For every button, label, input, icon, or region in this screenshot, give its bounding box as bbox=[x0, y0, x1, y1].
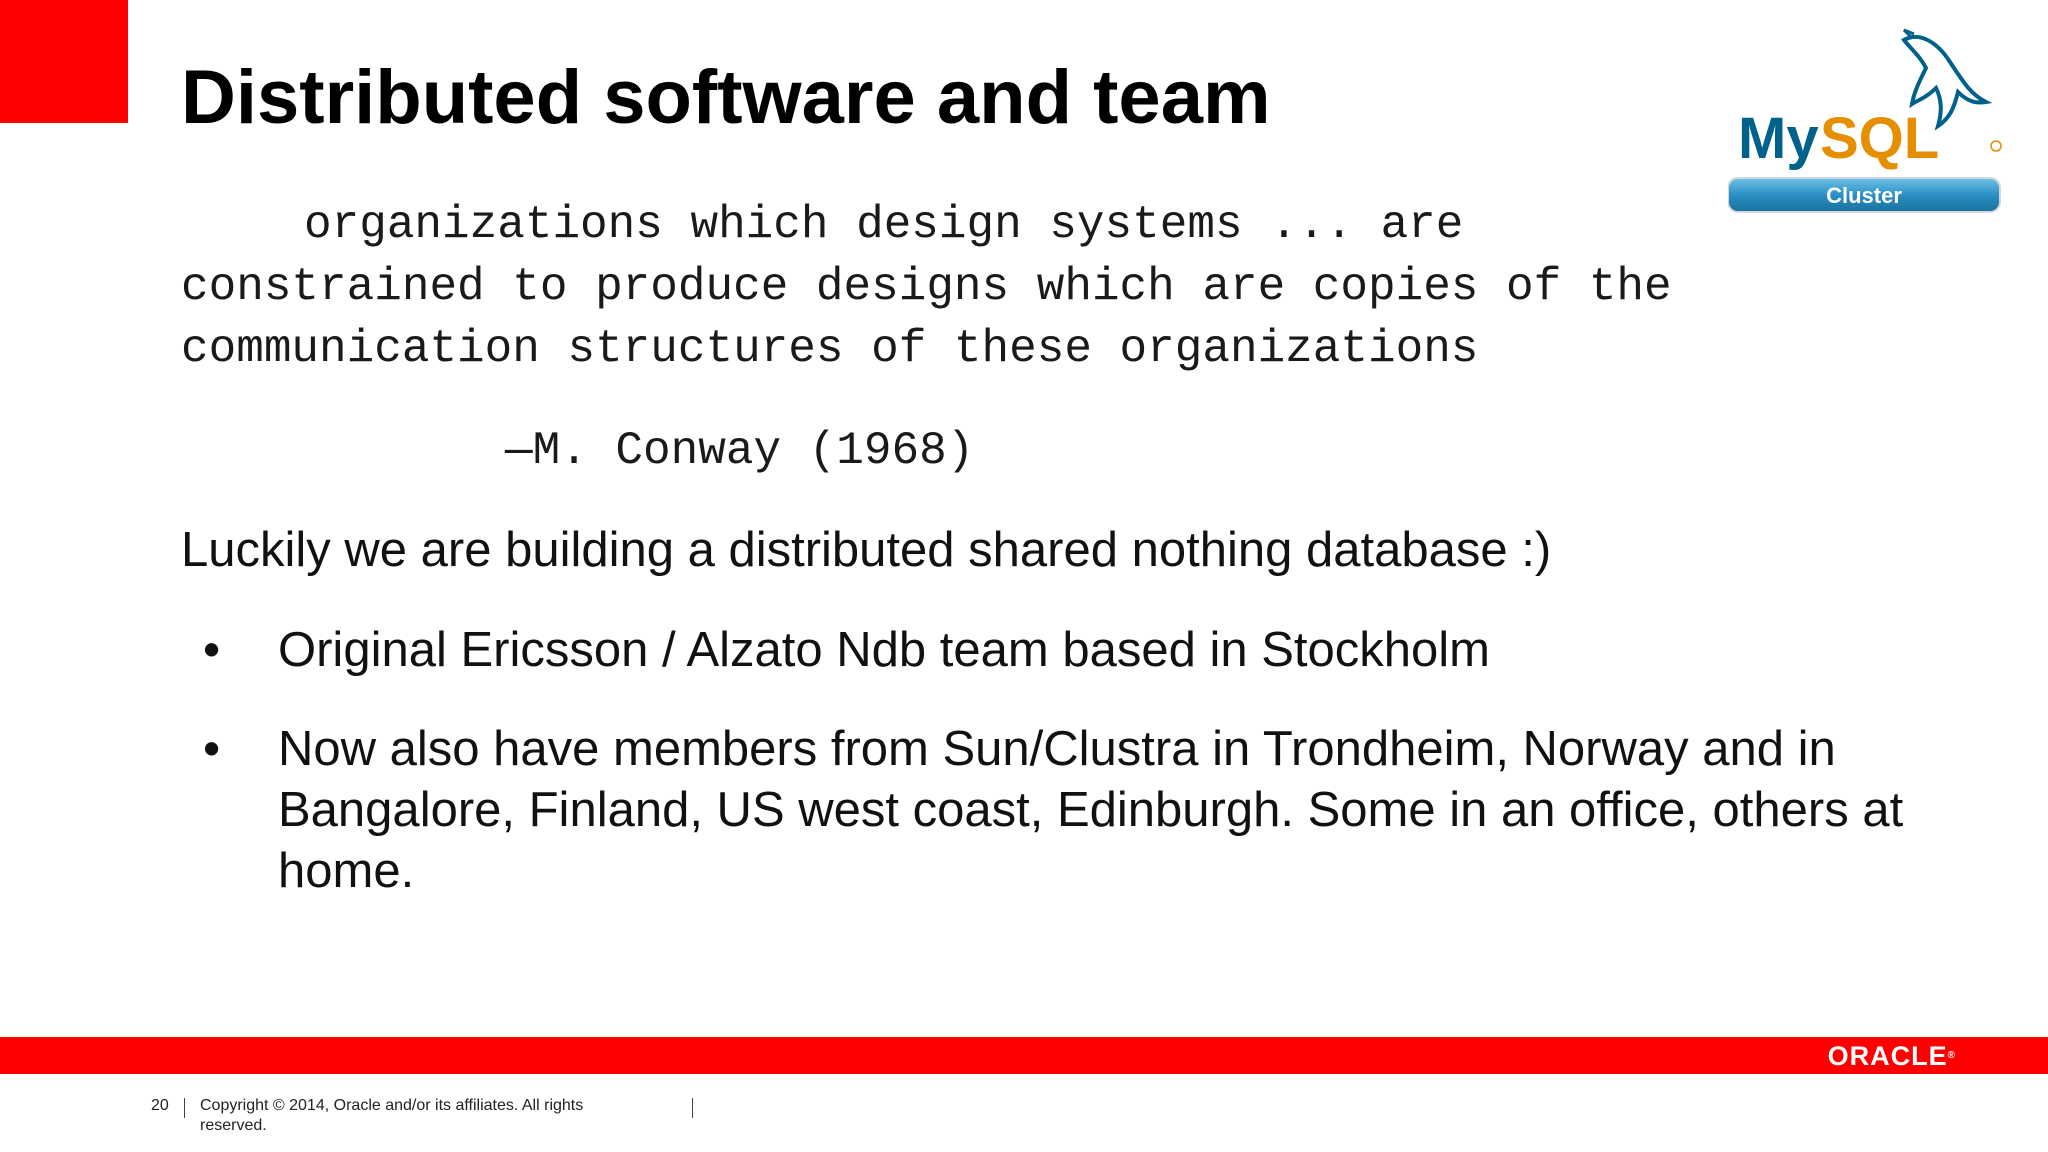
quote-line-1: organizations which design systems ... a… bbox=[304, 199, 1464, 251]
page-number: 20 bbox=[151, 1097, 169, 1114]
footer-red-bar: ORACLE® bbox=[0, 1037, 2048, 1074]
bullet-icon: • bbox=[203, 722, 221, 776]
quote-line-2: constrained to produce designs which are… bbox=[181, 261, 1672, 313]
copyright-text: Copyright © 2014, Oracle and/or its affi… bbox=[200, 1097, 584, 1134]
footer: 20 Copyright © 2014, Oracle and/or its a… bbox=[0, 1096, 2048, 1152]
quote-line-3: communication structures of these organi… bbox=[181, 323, 1479, 375]
bullet-item-1: • Original Ericsson / Alzato Ndb team ba… bbox=[181, 620, 1961, 681]
svg-text:My: My bbox=[1738, 106, 1819, 171]
corner-accent-block bbox=[0, 0, 128, 123]
bullet-icon: • bbox=[203, 623, 221, 677]
conway-quote: organizations which design systems ... a… bbox=[181, 194, 1881, 380]
bullet-list: • Original Ericsson / Alzato Ndb team ba… bbox=[181, 620, 1961, 940]
oracle-logo: ORACLE® bbox=[1827, 1041, 1956, 1071]
bullet-item-2: • Now also have members from Sun/Clustra… bbox=[181, 719, 1961, 902]
slide-title: Distributed software and team bbox=[181, 55, 1271, 140]
svg-text:SQL: SQL bbox=[1820, 106, 1939, 171]
oracle-logo-text: ORACLE bbox=[1827, 1041, 1948, 1071]
lead-text: Luckily we are building a distributed sh… bbox=[181, 523, 1552, 577]
bullet-text: Original Ericsson / Alzato Ndb team base… bbox=[278, 623, 1490, 677]
quote-attribution: —M. Conway (1968) bbox=[505, 425, 975, 477]
footer-divider bbox=[692, 1098, 693, 1118]
footer-divider bbox=[184, 1098, 185, 1118]
bullet-text: Now also have members from Sun/Clustra i… bbox=[278, 722, 1904, 898]
